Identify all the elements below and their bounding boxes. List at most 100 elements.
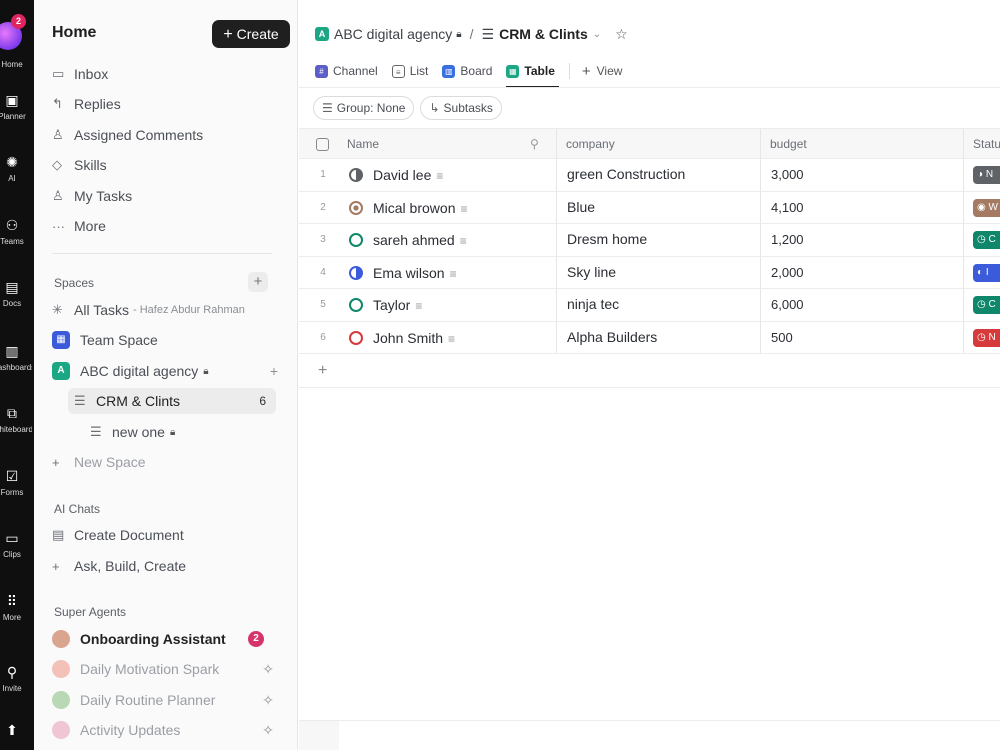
company-cell[interactable]: Sky line <box>567 257 616 287</box>
sidebar-item-abc-agency[interactable]: A ABC digital agency 🔒︎ + <box>52 358 278 384</box>
agent-daily-motivation[interactable]: Daily Motivation Spark ✧ <box>52 656 278 682</box>
add-space-button[interactable]: + <box>248 272 268 292</box>
column-separator[interactable] <box>963 129 964 158</box>
breadcrumb-space[interactable]: ABC digital agency <box>334 26 452 42</box>
sidebar: Home + Create ▭ Inbox ↰ Replies ♙ Assigne… <box>34 0 327 750</box>
status-progress-icon[interactable] <box>349 265 363 280</box>
rail-item-teams[interactable]: ⚇ Teams <box>0 217 32 247</box>
table-row[interactable]: 3 sareh ahmed ≡ Dresm home 1,200 ◷ C <box>299 224 1000 257</box>
rail-item-docs[interactable]: ▤ Docs <box>0 279 32 309</box>
sidebar-item-ask-build[interactable]: + Ask, Build, Create <box>52 553 278 579</box>
rail-item-dashboards[interactable]: ▥ Dashboards <box>0 343 32 373</box>
company-cell[interactable]: Blue <box>567 192 595 222</box>
new-space-label: New Space <box>74 454 146 470</box>
sidebar-item-crm-clints[interactable]: ☰ CRM & Clints 6 <box>68 388 276 414</box>
description-icon: ≡ <box>449 266 457 281</box>
budget-cell[interactable]: 500 <box>771 322 793 354</box>
sidebar-item-label: Inbox <box>74 66 109 82</box>
budget-cell[interactable]: 4,100 <box>771 192 804 224</box>
status-badge[interactable]: ◉ W <box>973 198 1000 217</box>
rail-item-forms[interactable]: ☑ Forms <box>0 468 32 498</box>
table-row[interactable]: 4 Ema wilson ≡ Sky line 2,000 ◐ I <box>299 256 1000 290</box>
table-row[interactable]: 6 John Smith ≡ Alpha Builders 500 ◷ N <box>299 321 1000 355</box>
task-name[interactable]: sareh ahmed ≡ <box>373 224 467 257</box>
sidebar-item-assigned-comments[interactable]: ♙ Assigned Comments <box>52 122 278 148</box>
horizontal-scrollbar[interactable] <box>299 720 1000 750</box>
budget-cell[interactable]: 3,000 <box>771 159 804 191</box>
budget-cell[interactable]: 1,200 <box>771 224 804 256</box>
tab-channel[interactable]: # Channel <box>315 56 378 86</box>
task-name[interactable]: Ema wilson ≡ <box>373 257 457 290</box>
sidebar-item-inbox[interactable]: ▭ Inbox <box>52 61 278 87</box>
status-circle-icon[interactable] <box>349 168 363 182</box>
create-button[interactable]: + Create <box>212 20 290 48</box>
company-cell[interactable]: Dresm home <box>567 224 647 254</box>
rail-item-ai[interactable]: ✺ AI <box>0 154 32 184</box>
rail-item-invite[interactable]: ⚲ Invite <box>0 664 32 694</box>
column-separator[interactable] <box>556 129 557 158</box>
sidebar-item-more[interactable]: ··· More <box>52 213 278 239</box>
sidebar-item-create-document[interactable]: ▤ Create Document <box>52 522 278 548</box>
rail-item-planner[interactable]: ▣ Planner <box>0 92 32 122</box>
column-header-budget[interactable]: budget <box>770 129 807 160</box>
agent-onboarding-assistant[interactable]: Onboarding Assistant 2 <box>52 626 278 652</box>
status-badge[interactable]: ◐ I <box>973 263 1000 282</box>
tab-table[interactable]: ▦ Table <box>506 56 560 88</box>
chevron-down-icon[interactable]: ⌄ <box>593 29 601 40</box>
status-badge[interactable]: ◑ N <box>973 166 1000 184</box>
company-cell[interactable]: ninja tec <box>567 289 619 319</box>
status-clock-icon[interactable] <box>349 298 363 312</box>
rail-item-home[interactable]: Home <box>0 56 32 70</box>
sidebar-item-my-tasks[interactable]: ♙ My Tasks <box>52 183 278 209</box>
breadcrumb-list[interactable]: CRM & Clints <box>499 26 588 42</box>
sidebar-item-new-one[interactable]: ☰ new one 🔒︎ <box>90 419 276 445</box>
status-clock-icon[interactable] <box>349 330 363 345</box>
sidebar-item-replies[interactable]: ↰ Replies <box>52 91 278 117</box>
column-separator[interactable] <box>760 129 761 158</box>
sidebar-item-label: Replies <box>74 96 121 112</box>
task-name[interactable]: Mical browon ≡ <box>373 192 468 225</box>
sidebar-item-label: My Tasks <box>74 188 133 204</box>
sidebar-item-skills[interactable]: ◇ Skills <box>52 152 278 178</box>
pin-icon[interactable]: ⚲ <box>530 129 539 160</box>
budget-cell[interactable]: 6,000 <box>771 289 804 321</box>
column-header-name[interactable]: Name <box>347 129 379 160</box>
agent-daily-routine[interactable]: Daily Routine Planner ✧ <box>52 687 278 713</box>
sidebar-item-all-tasks[interactable]: ✳ All Tasks - Hafez Abdur Rahman <box>52 297 278 323</box>
rail-item-whiteboards[interactable]: ⧉ Whiteboards <box>0 405 32 435</box>
column-header-status[interactable]: Status <box>973 129 1000 160</box>
task-name[interactable]: John Smith ≡ <box>373 322 455 355</box>
status-badge[interactable]: ◷ C <box>973 296 1000 314</box>
star-icon[interactable]: ☆ <box>615 26 628 43</box>
task-name[interactable]: Taylor ≡ <box>373 289 422 322</box>
table-row[interactable]: 1 David lee ≡ green Construction 3,000 ◑ … <box>299 159 1000 192</box>
all-tasks-label: All Tasks <box>74 302 129 318</box>
budget-cell[interactable]: 2,000 <box>771 257 804 289</box>
spaces-heading: Spaces <box>54 276 95 290</box>
status-badge[interactable]: ◷ C <box>973 231 1000 249</box>
status-circle-icon[interactable] <box>349 200 363 215</box>
rail-item-upgrade[interactable]: ⬆ <box>0 722 32 738</box>
add-list-button[interactable]: + <box>270 363 278 379</box>
agent-activity-updates[interactable]: Activity Updates ✧ <box>52 717 278 743</box>
table-row[interactable]: 2 Mical browon ≡ Blue 4,100 ◉ W <box>299 191 1000 225</box>
column-header-company[interactable]: company <box>566 129 615 160</box>
add-view-button[interactable]: + View <box>582 56 623 86</box>
status-badge[interactable]: ◷ N <box>973 328 1000 347</box>
subtasks-chip[interactable]: ↳ Subtasks <box>420 96 502 120</box>
status-clock-icon[interactable] <box>349 233 363 247</box>
company-cell[interactable]: Alpha Builders <box>567 322 657 352</box>
add-row-button[interactable]: + <box>299 354 1000 388</box>
tab-board[interactable]: ▥ Board <box>442 56 492 86</box>
rail-item-clips[interactable]: ▭ Clips <box>0 530 32 560</box>
group-by-chip[interactable]: ☰ Group: None <box>313 96 415 120</box>
select-all-checkbox[interactable] <box>316 138 329 151</box>
company-cell[interactable]: green Construction <box>567 159 685 189</box>
rail-item-more[interactable]: ⠿ More <box>0 593 32 623</box>
sidebar-item-team-space[interactable]: ▦ Team Space <box>52 327 278 353</box>
rail-label: AI <box>8 174 16 183</box>
task-name[interactable]: David lee ≡ <box>373 159 443 192</box>
table-row[interactable]: 5 Taylor ≡ ninja tec 6,000 ◷ C <box>299 289 1000 322</box>
tab-list[interactable]: ≡ List <box>391 56 428 86</box>
sidebar-item-new-space[interactable]: + New Space <box>52 449 278 475</box>
